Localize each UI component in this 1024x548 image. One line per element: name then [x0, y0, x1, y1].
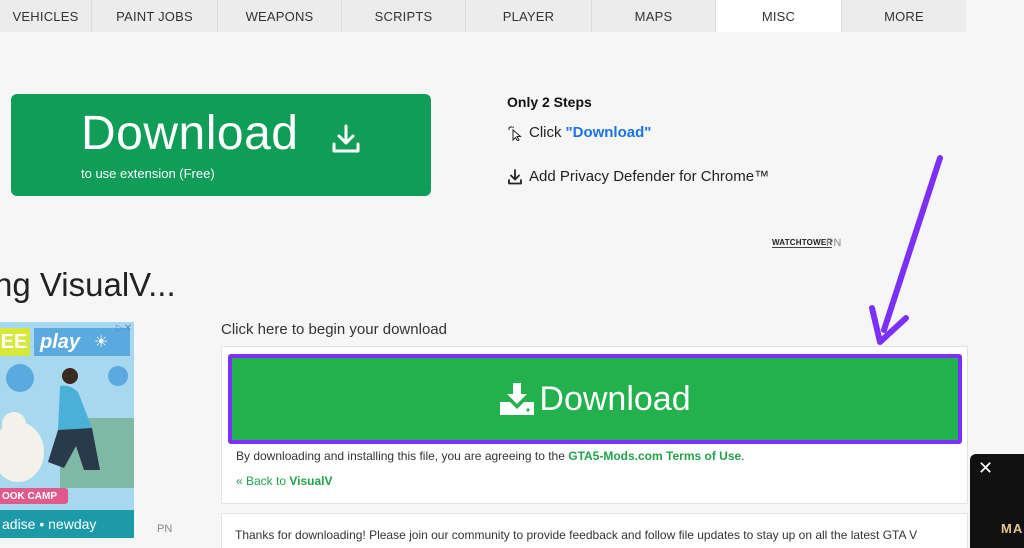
download-drive-icon	[500, 383, 535, 415]
nav-tab-vehicles[interactable]: VEHICLES	[0, 0, 92, 32]
side-ad-pn-label[interactable]: PN	[157, 523, 172, 535]
popup-text: MA	[1001, 521, 1024, 536]
back-link-prefix: « Back to	[236, 474, 287, 488]
download-icon	[332, 124, 360, 153]
sun-icon: ☀	[94, 334, 109, 351]
terms-site-link[interactable]: GTA5-Mods.com	[568, 449, 662, 463]
download-icon	[508, 168, 522, 184]
watchtower-logo[interactable]: WATCHTOWER	[772, 238, 833, 248]
close-icon[interactable]: ✕	[978, 458, 993, 479]
side-ad-brand: adise • newday	[0, 510, 134, 538]
nav-tab-label: PAINT JOBS	[116, 8, 193, 24]
ad-illustration	[0, 364, 134, 488]
ad-download-label: Download	[81, 107, 299, 160]
annotation-arrow-icon	[869, 155, 943, 345]
thanks-text: Thanks for downloading! Please join our …	[235, 528, 918, 542]
nav-tab-label: MAPS	[634, 8, 673, 24]
side-ad-tag: EE	[0, 328, 30, 356]
nav-tab-label: SCRIPTS	[374, 8, 433, 24]
nav-tab-label: MORE	[884, 8, 924, 24]
side-ad-camp-label: OOK CAMP	[0, 488, 68, 504]
page-title: ng VisualV...	[0, 266, 176, 303]
step-1-link[interactable]: "Download"	[566, 124, 652, 141]
terms-notice: By downloading and installing this file,…	[236, 449, 745, 463]
download-button-label: Download	[539, 379, 691, 418]
nav-tab-label: PLAYER	[502, 8, 555, 24]
ad-download-sub: to use extension (Free)	[81, 166, 215, 181]
terms-text: By downloading and installing this file,…	[236, 449, 565, 463]
back-link[interactable]: « Back to VisualV	[236, 474, 333, 488]
nav-tab-scripts[interactable]: SCRIPTS	[342, 0, 466, 32]
corner-popup[interactable]: ✕ MA	[970, 454, 1024, 548]
nav-tab-maps[interactable]: MAPS	[592, 0, 716, 32]
nav-tab-more[interactable]: MORE	[842, 0, 966, 32]
nav-tab-misc[interactable]: MISC	[716, 0, 842, 32]
nav-tab-label: VEHICLES	[12, 8, 79, 24]
terms-period: .	[741, 449, 745, 463]
ad-download-button[interactable]: Download to use extension (Free)	[11, 94, 431, 196]
step-1: Click "Download"	[507, 124, 651, 141]
nav-tab-label: WEAPONS	[245, 8, 314, 24]
nav-tab-label: MISC	[761, 8, 796, 24]
cursor-click-icon	[508, 125, 522, 141]
back-link-target: VisualV	[289, 474, 333, 488]
download-button[interactable]: Download	[228, 354, 962, 444]
nav-tab-weapons[interactable]: WEAPONS	[218, 0, 342, 32]
steps-title: Only 2 Steps	[507, 94, 592, 110]
download-prompt: Click here to begin your download	[221, 321, 447, 338]
nav-tab-player[interactable]: PLAYER	[466, 0, 592, 32]
step-2-text: Add Privacy Defender for Chrome™	[529, 168, 770, 185]
top-nav: VEHICLES PAINT JOBS WEAPONS SCRIPTS PLAY…	[0, 0, 966, 32]
side-ad-play-label: play	[40, 330, 81, 353]
step-1-text: Click	[529, 124, 562, 141]
ad-choices-icon[interactable]: ▷✕	[116, 323, 132, 334]
step-2: Add Privacy Defender for Chrome™	[507, 168, 769, 185]
nav-tab-paint-jobs[interactable]: PAINT JOBS	[92, 0, 218, 32]
terms-of-use-link[interactable]: Terms of Use	[666, 449, 741, 463]
ad-steps: Only 2 Steps Click "Download" Add Privac…	[507, 94, 769, 185]
side-ad[interactable]: EE play ☀ ▷✕ OOK CAMP adise • newday	[0, 322, 134, 538]
ad-pn-label[interactable]: PN	[826, 237, 841, 249]
